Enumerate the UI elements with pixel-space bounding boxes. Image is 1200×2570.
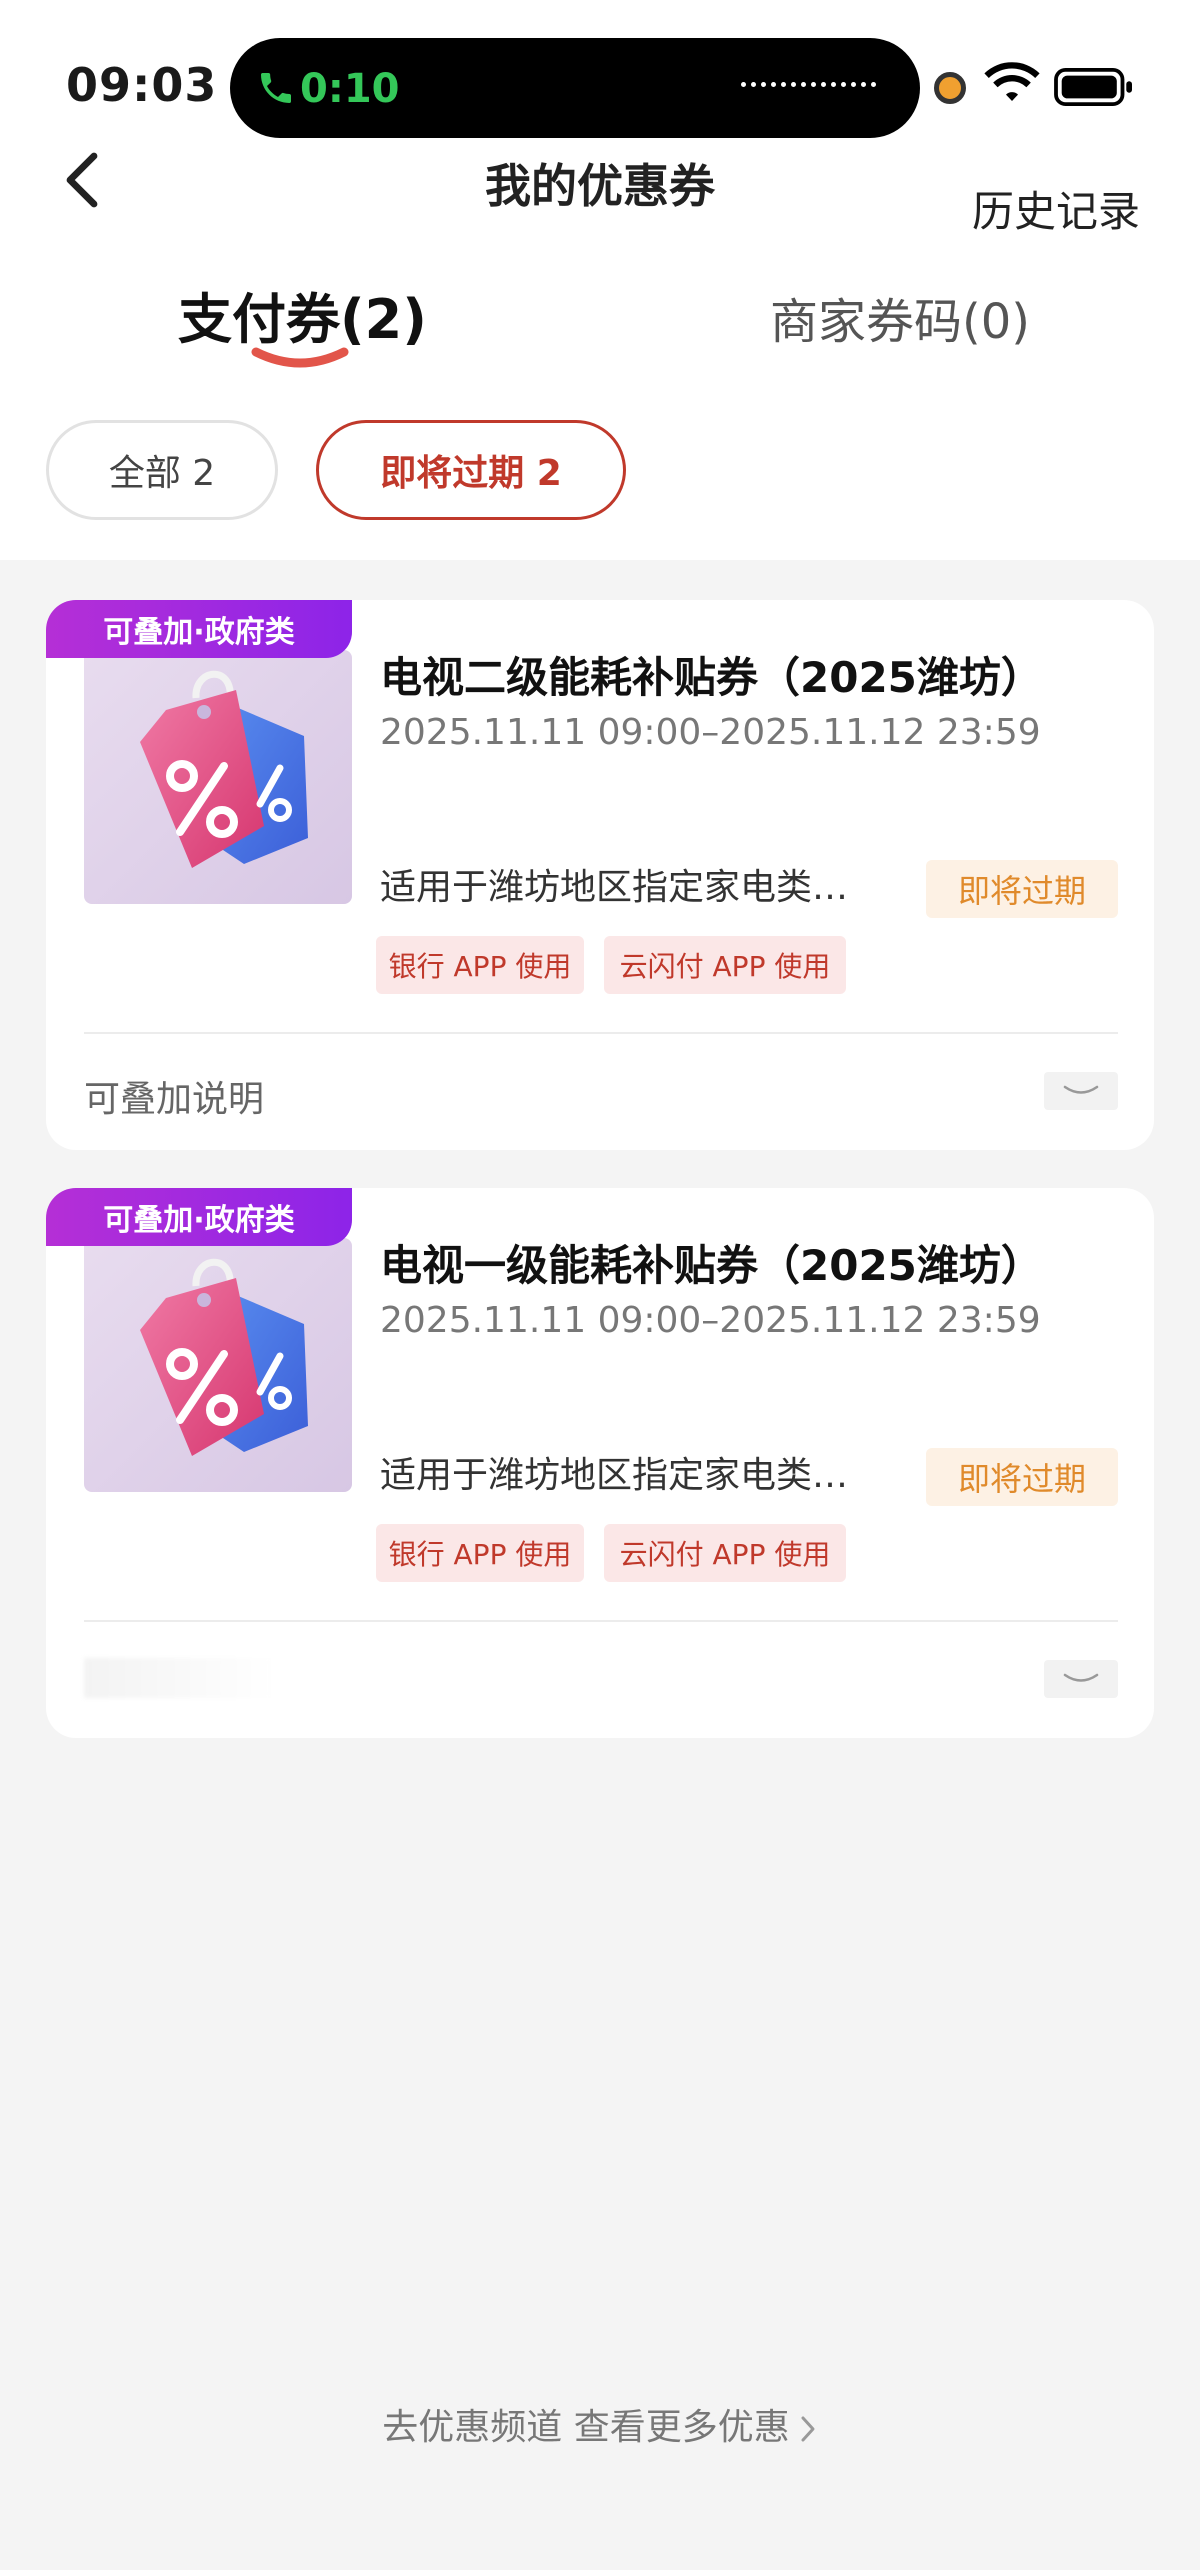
discount-tag-icon <box>84 1238 352 1492</box>
coupon-card[interactable]: 可叠加·政府类 电视二级能耗补贴券（2025潍坊） 2025.11.11 09:… <box>46 600 1154 1150</box>
coupon-type-badge: 可叠加·政府类 <box>46 600 352 658</box>
coupon-title: 电视二级能耗补贴券（2025潍坊） <box>380 653 1043 702</box>
expiring-status-badge: 即将过期 <box>926 860 1118 918</box>
wifi-icon <box>984 62 1040 101</box>
chevron-down-icon[interactable] <box>1044 1072 1118 1110</box>
more-offers-link[interactable]: 去优惠频道 查看更多优惠 <box>0 2398 1200 2450</box>
tab-merchant-codes[interactable]: 商家券码(0) <box>770 282 1030 352</box>
coupon-type-badge: 可叠加·政府类 <box>46 1188 352 1246</box>
coupon-card[interactable]: 可叠加·政府类 电视一级能耗补贴券（2025潍坊） 2025.11.11 09:… <box>46 1188 1154 1738</box>
status-time: 09:03 <box>66 58 218 112</box>
use-tag-unionpay-app: 云闪付 APP 使用 <box>604 1524 846 1582</box>
audio-wave-icon <box>741 82 876 87</box>
filter-all-chip[interactable]: 全部 2 <box>46 420 278 520</box>
call-time: 0:10 <box>300 66 400 112</box>
history-link[interactable]: 历史记录 <box>972 178 1140 239</box>
chevron-down-icon[interactable] <box>1044 1660 1118 1698</box>
tab-payment-coupons[interactable]: 支付券(2) <box>178 275 427 354</box>
coupon-description: 适用于潍坊地区指定家电类… <box>380 867 849 908</box>
use-tag-bank-app: 银行 APP 使用 <box>376 936 584 994</box>
use-tag-bank-app: 银行 APP 使用 <box>376 1524 584 1582</box>
coupon-valid-period: 2025.11.11 09:00–2025.11.12 23:59 <box>380 712 1041 753</box>
use-tag-unionpay-app: 云闪付 APP 使用 <box>604 936 846 994</box>
tab-active-indicator <box>251 347 349 368</box>
dynamic-island[interactable]: 0:10 <box>230 38 920 138</box>
camera-indicator-icon <box>934 72 966 104</box>
stacking-info-toggle[interactable] <box>84 1658 274 1698</box>
phone-icon <box>261 73 291 103</box>
more-offers-label: 去优惠频道 查看更多优惠 <box>382 2407 790 2448</box>
battery-icon <box>1054 68 1132 106</box>
coupon-title: 电视一级能耗补贴券（2025潍坊） <box>380 1241 1043 1290</box>
card-divider <box>84 1620 1118 1622</box>
stacking-info-toggle[interactable]: 可叠加说明 <box>84 1070 264 1122</box>
chevron-right-icon <box>801 2416 815 2442</box>
coupon-description: 适用于潍坊地区指定家电类… <box>380 1455 849 1496</box>
expiring-status-badge: 即将过期 <box>926 1448 1118 1506</box>
discount-tag-icon <box>84 650 352 904</box>
filter-expiring-chip[interactable]: 即将过期 2 <box>316 420 626 520</box>
coupon-valid-period: 2025.11.11 09:00–2025.11.12 23:59 <box>380 1300 1041 1341</box>
card-divider <box>84 1032 1118 1034</box>
